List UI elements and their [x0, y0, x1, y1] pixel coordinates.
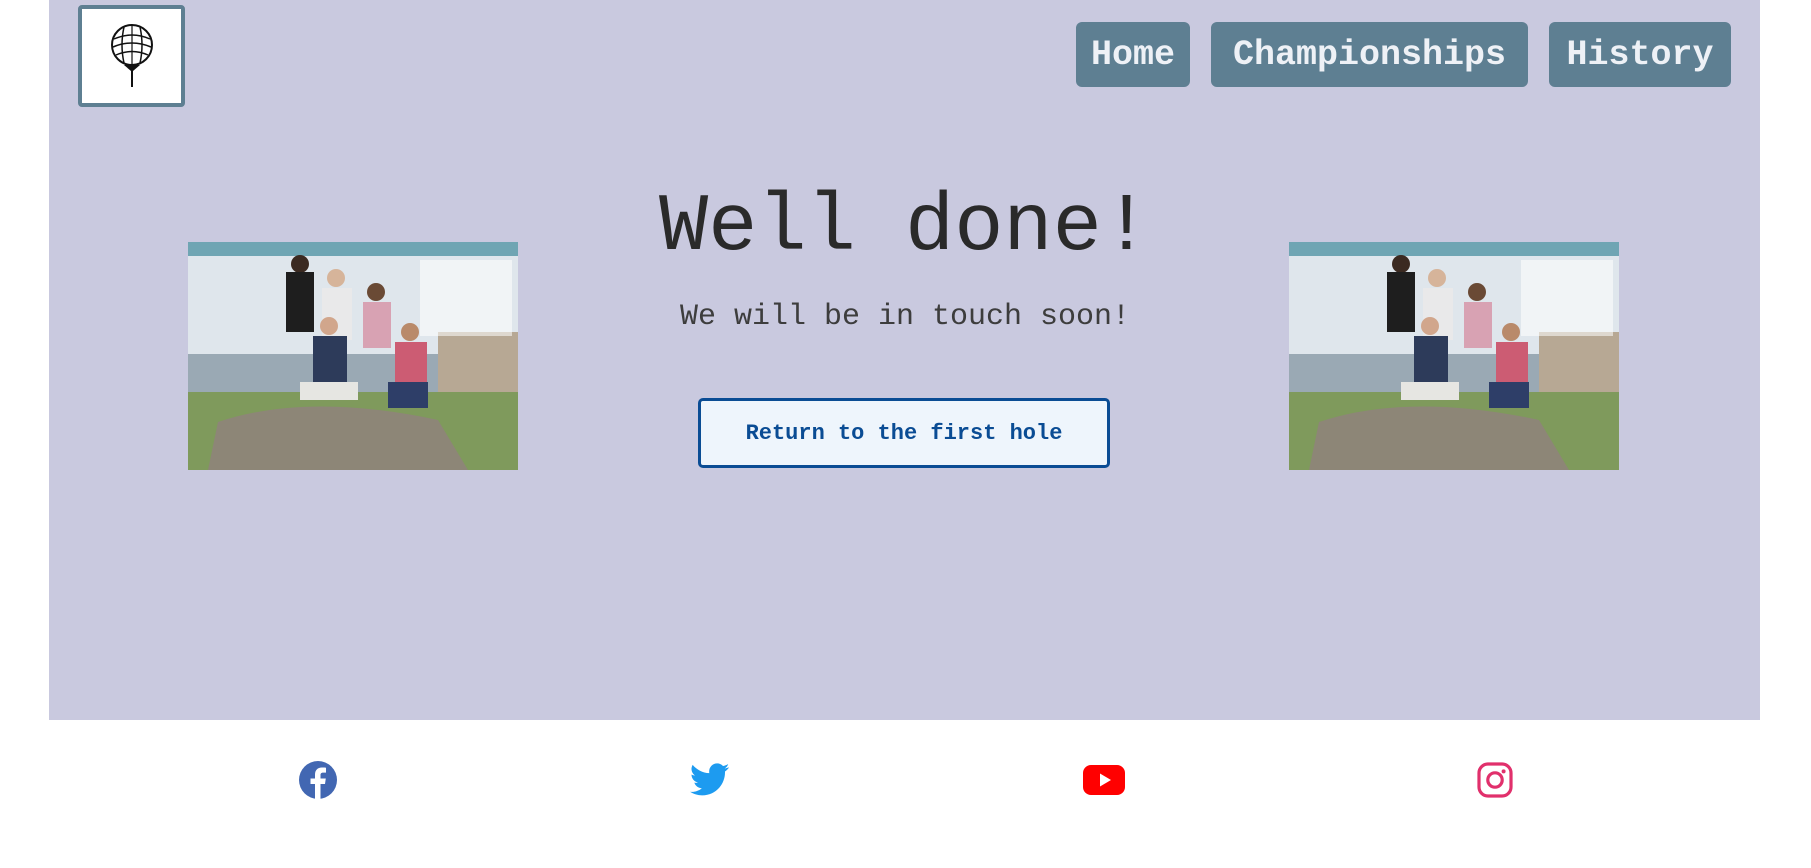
- page-title: Well done!: [658, 181, 1152, 274]
- twitter-link[interactable]: [688, 758, 732, 802]
- nav-championships[interactable]: Championships: [1211, 22, 1528, 87]
- youtube-link[interactable]: [1082, 758, 1126, 802]
- champions-photo-right: [1289, 242, 1619, 470]
- youtube-icon: [1083, 765, 1125, 795]
- instagram-link[interactable]: [1473, 758, 1517, 802]
- footer: [0, 720, 1811, 868]
- nav-history[interactable]: History: [1549, 22, 1731, 87]
- facebook-link[interactable]: [296, 758, 340, 802]
- instagram-icon: [1477, 762, 1513, 798]
- site-logo[interactable]: [78, 5, 185, 107]
- nav-home[interactable]: Home: [1076, 22, 1190, 87]
- facebook-icon: [299, 761, 337, 799]
- champions-photo-left: [188, 242, 518, 470]
- golf-ball-on-tee-icon: [110, 24, 153, 87]
- twitter-icon: [690, 763, 730, 796]
- return-first-hole-button[interactable]: Return to the first hole: [698, 398, 1110, 468]
- page-subtitle: We will be in touch soon!: [679, 300, 1131, 334]
